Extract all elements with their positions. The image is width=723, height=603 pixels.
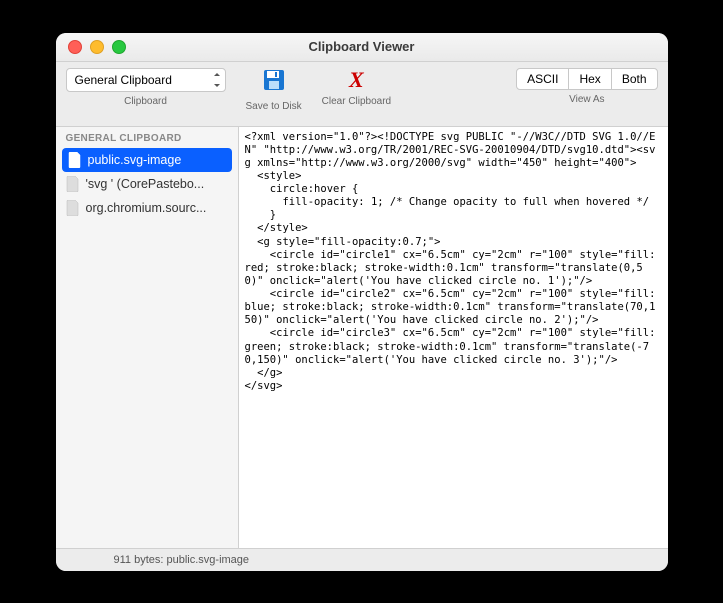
sidebar-item-label: public.svg-image [88,153,182,167]
clipboard-dropdown-value: General Clipboard [75,73,172,87]
maximize-icon[interactable] [112,40,126,54]
close-icon[interactable] [68,40,82,54]
content-text: <?xml version="1.0"?><!DOCTYPE svg PUBLI… [245,131,662,394]
x-icon[interactable]: X [349,68,364,92]
document-icon [66,176,80,192]
sidebar-item[interactable]: org.chromium.sourc... [56,196,238,220]
floppy-disk-icon[interactable] [262,68,286,97]
sidebar-header: GENERAL CLIPBOARD [56,127,238,148]
viewas-group: ASCII Hex Both View As [516,68,657,105]
document-icon [68,152,82,168]
body: GENERAL CLIPBOARD public.svg-image 'svg '… [56,127,668,548]
seg-hex[interactable]: Hex [569,69,611,89]
sidebar-item[interactable]: 'svg ' (CorePastebo... [56,172,238,196]
clear-group: X Clear Clipboard [322,68,391,107]
document-icon [66,200,80,216]
viewas-segmented: ASCII Hex Both [516,68,657,90]
minimize-icon[interactable] [90,40,104,54]
clear-label: Clear Clipboard [322,96,391,107]
viewas-label: View As [569,94,604,105]
content-pane[interactable]: <?xml version="1.0"?><!DOCTYPE svg PUBLI… [239,127,668,548]
clipboard-group: General Clipboard Clipboard [66,68,226,107]
status-text: 911 bytes: public.svg-image [114,554,250,566]
sidebar-item-label: 'svg ' (CorePastebo... [86,177,205,191]
titlebar[interactable]: Clipboard Viewer [56,33,668,62]
traffic-lights [56,40,126,54]
sidebar-item[interactable]: public.svg-image [62,148,232,172]
toolbar: General Clipboard Clipboard Save to Disk… [56,62,668,127]
clipboard-label: Clipboard [124,96,167,107]
window-title: Clipboard Viewer [56,39,668,54]
clipboard-dropdown[interactable]: General Clipboard [66,68,226,92]
sidebar-item-label: org.chromium.sourc... [86,201,207,215]
seg-both[interactable]: Both [612,69,657,89]
statusbar: 911 bytes: public.svg-image [56,548,668,571]
app-window: Clipboard Viewer General Clipboard Clipb… [56,33,668,571]
sidebar: GENERAL CLIPBOARD public.svg-image 'svg '… [56,127,239,548]
save-label: Save to Disk [246,101,302,112]
seg-ascii[interactable]: ASCII [517,69,569,89]
save-group: Save to Disk [246,68,302,112]
